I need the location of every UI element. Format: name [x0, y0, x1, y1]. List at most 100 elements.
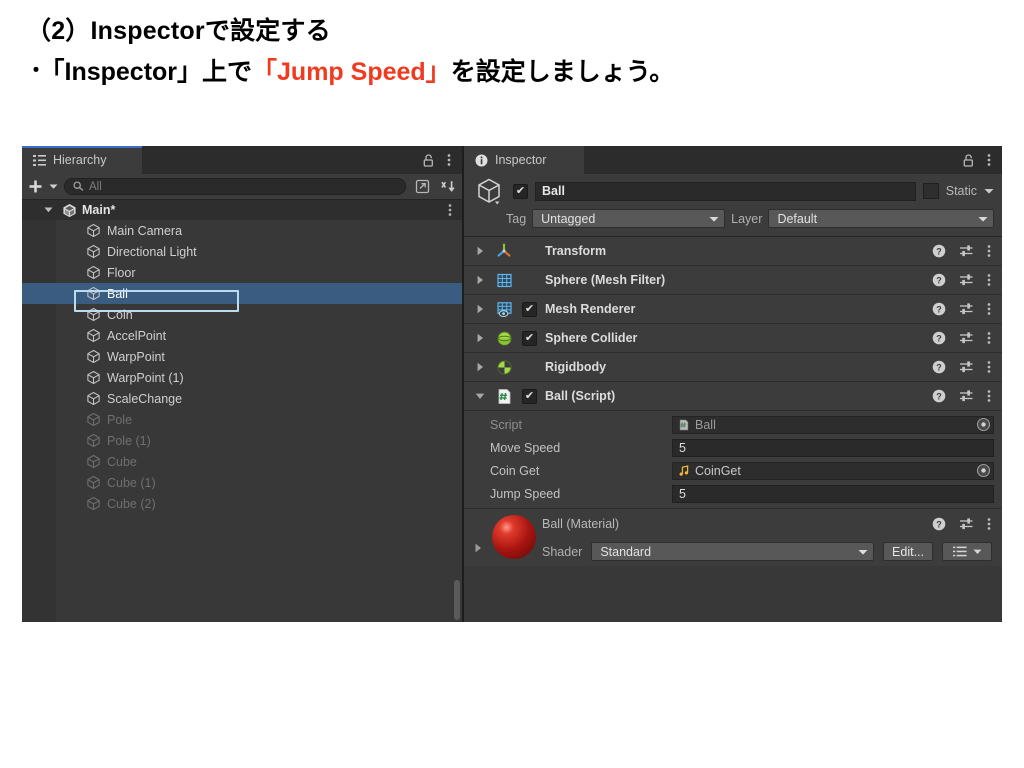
tab-inspector[interactable]: Inspector: [464, 146, 584, 174]
object-enabled-checkbox[interactable]: ✔: [513, 183, 528, 199]
hierarchy-item-directional-light[interactable]: Directional Light: [22, 241, 462, 262]
hierarchy-item-coin[interactable]: Coin: [22, 304, 462, 325]
preset-settings-icon[interactable]: [959, 302, 974, 316]
preset-settings-icon[interactable]: [959, 517, 974, 531]
preset-settings-icon[interactable]: [959, 244, 974, 258]
jump-speed-input[interactable]: 5: [672, 484, 994, 503]
chevron-right-icon[interactable]: [474, 362, 486, 372]
preset-settings-icon[interactable]: [959, 389, 974, 403]
component-enabled-checkbox[interactable]: ✔: [522, 388, 537, 404]
component-row-sphere-mesh-filter[interactable]: Sphere (Mesh Filter) ?: [464, 266, 1002, 295]
hierarchy-item-warppoint[interactable]: WarpPoint: [22, 346, 462, 367]
bullet-text-highlight: 「Jump Speed」: [252, 58, 451, 86]
help-icon[interactable]: ?: [932, 302, 946, 316]
chevron-right-icon[interactable]: [474, 275, 486, 285]
kebab-menu-icon[interactable]: [987, 244, 991, 258]
component-enabled-checkbox[interactable]: ✔: [522, 330, 537, 346]
lock-icon[interactable]: [963, 153, 974, 167]
component-enabled-checkbox[interactable]: ✔: [522, 301, 537, 317]
chevron-down-icon[interactable]: [49, 182, 58, 191]
kebab-menu-icon[interactable]: [987, 360, 991, 374]
coin-get-object-field[interactable]: CoinGet: [672, 461, 994, 480]
object-picker-icon[interactable]: [976, 463, 991, 478]
chevron-right-icon[interactable]: [474, 333, 486, 343]
tab-inspector-label: Inspector: [495, 153, 547, 167]
chevron-down-icon[interactable]: [984, 186, 994, 196]
kebab-menu-icon[interactable]: [987, 517, 991, 531]
preset-settings-icon[interactable]: [959, 360, 974, 374]
move-speed-input[interactable]: 5: [672, 438, 994, 457]
chevron-down-icon[interactable]: [44, 206, 53, 214]
help-icon[interactable]: ?: [932, 360, 946, 374]
svg-text:?: ?: [936, 275, 942, 285]
edit-shader-button[interactable]: Edit...: [883, 542, 933, 561]
unity-scene-icon: [62, 203, 77, 218]
object-name-field[interactable]: Ball: [535, 181, 916, 201]
shader-dropdown[interactable]: Standard: [591, 542, 875, 561]
help-icon[interactable]: ?: [932, 331, 946, 345]
chevron-right-icon[interactable]: [474, 246, 486, 256]
hierarchy-item-cube-2[interactable]: Cube (2): [22, 493, 462, 514]
open-window-icon[interactable]: [412, 178, 432, 196]
scene-row-main[interactable]: Main*: [22, 200, 462, 220]
shader-list-button[interactable]: [942, 542, 992, 561]
component-name-label: Transform: [545, 244, 607, 258]
hierarchy-item-cube[interactable]: Cube: [22, 451, 462, 472]
kebab-menu-icon[interactable]: [987, 331, 991, 345]
component-row-actions: ?: [932, 273, 1002, 287]
preset-settings-icon[interactable]: [959, 273, 974, 287]
tab-hierarchy[interactable]: Hierarchy: [22, 146, 142, 174]
bullet-text-before: 「Inspector」上で: [52, 58, 253, 86]
object-picker-icon[interactable]: [976, 417, 991, 432]
kebab-menu-icon[interactable]: [987, 273, 991, 287]
inspector-tabbar: Inspector: [464, 146, 1002, 174]
component-name-label: Mesh Renderer: [545, 302, 636, 316]
preset-settings-icon[interactable]: [959, 331, 974, 345]
kebab-menu-icon[interactable]: [448, 203, 452, 217]
cs-script-icon: [678, 419, 690, 431]
kebab-menu-icon[interactable]: [987, 302, 991, 316]
hierarchy-item-accelpoint[interactable]: AccelPoint: [22, 325, 462, 346]
add-gameobject-button[interactable]: [28, 179, 43, 194]
hierarchy-item-pole-1[interactable]: Pole (1): [22, 430, 462, 451]
script-object-field[interactable]: Ball: [672, 415, 994, 434]
chevron-down-icon: [968, 214, 988, 224]
component-row-rigidbody[interactable]: Rigidbody ?: [464, 353, 1002, 382]
hierarchy-item-main-camera[interactable]: Main Camera: [22, 220, 462, 241]
help-icon[interactable]: ?: [932, 517, 946, 531]
help-icon[interactable]: ?: [932, 389, 946, 403]
hierarchy-scrollbar[interactable]: [454, 580, 460, 620]
component-row-ball-script[interactable]: ✔ Ball (Script) ?: [464, 382, 1002, 411]
svg-text:?: ?: [936, 391, 942, 401]
tag-dropdown[interactable]: Untagged: [532, 209, 726, 228]
chevron-right-icon[interactable]: [474, 304, 486, 314]
layer-dropdown[interactable]: Default: [768, 209, 994, 228]
hierarchy-item-cube-1[interactable]: Cube (1): [22, 472, 462, 493]
material-foldout-icon[interactable]: [474, 543, 483, 553]
help-icon[interactable]: ?: [932, 273, 946, 287]
gameobject-icon: [86, 454, 101, 469]
kebab-menu-icon[interactable]: [447, 153, 451, 167]
component-row-actions: ?: [932, 244, 1002, 258]
hierarchy-item-warppoint-1[interactable]: WarpPoint (1): [22, 367, 462, 388]
chevron-down-icon[interactable]: [474, 392, 486, 401]
lock-icon[interactable]: [423, 153, 434, 167]
gameobject-icon: [86, 307, 101, 322]
sort-icon[interactable]: [438, 178, 458, 196]
component-name-label: Rigidbody: [545, 360, 607, 374]
hierarchy-item-scalechange[interactable]: ScaleChange: [22, 388, 462, 409]
search-input[interactable]: All: [64, 178, 406, 195]
kebab-menu-icon[interactable]: [987, 153, 991, 167]
component-row-transform[interactable]: Transform ?: [464, 237, 1002, 266]
bullet-marker: ・: [26, 60, 46, 82]
search-icon: [73, 181, 84, 192]
kebab-menu-icon[interactable]: [987, 389, 991, 403]
hierarchy-item-ball[interactable]: Ball: [22, 283, 462, 304]
static-checkbox[interactable]: [922, 183, 939, 199]
hierarchy-item-pole[interactable]: Pole: [22, 409, 462, 430]
component-row-sphere-collider[interactable]: ✔ Sphere Collider ?: [464, 324, 1002, 353]
help-icon[interactable]: ?: [932, 244, 946, 258]
component-row-mesh-renderer[interactable]: ✔ Mesh Renderer ?: [464, 295, 1002, 324]
hierarchy-item-floor[interactable]: Floor: [22, 262, 462, 283]
cs-script-icon: [494, 386, 514, 406]
